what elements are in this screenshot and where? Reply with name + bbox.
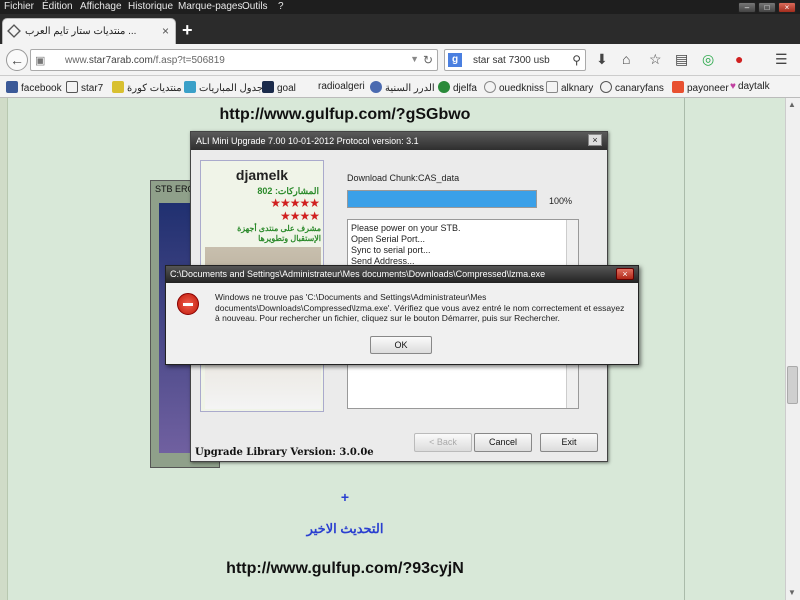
username: djamelk: [235, 167, 289, 183]
canaryfans-icon: [600, 81, 612, 93]
djelfa-icon: [438, 81, 450, 93]
bookmark-djelfa[interactable]: djelfa: [438, 81, 477, 94]
menu-historique[interactable]: Historique: [128, 1, 173, 12]
bookmark-daytalk[interactable]: ♥ daytalk: [730, 81, 770, 92]
bookmark-payoneer[interactable]: payoneer: [672, 81, 729, 94]
gulfup-link-bottom[interactable]: http://www.gulfup.com/?93cyjN: [0, 560, 690, 578]
site-identity-icon: ▣: [35, 55, 46, 67]
bookmark-alknary[interactable]: alknary: [546, 81, 593, 94]
url-bar[interactable]: ▣ www.star7arab.com/f.asp?t=506819 ▼ ↻: [30, 49, 438, 71]
error-message: Windows ne trouve pas 'C:\Documents and …: [215, 292, 625, 323]
bookmark-kooora[interactable]: منتديات كورة: [112, 81, 182, 94]
page-scrollbar[interactable]: [785, 98, 800, 600]
maximize-button[interactable]: □: [758, 2, 776, 13]
dorar-icon: [370, 81, 382, 93]
window-close-button[interactable]: ×: [778, 2, 796, 13]
star7-icon: [66, 81, 78, 93]
tab-current[interactable]: منتديات ستار تايم العرب ... ×: [2, 18, 176, 44]
error-dialog-titlebar[interactable]: C:\Documents and Settings\Administrateur…: [166, 266, 638, 283]
ouedkniss-icon: [484, 81, 496, 93]
scrollbar-thumb[interactable]: [787, 366, 798, 404]
gulfup-link-top[interactable]: http://www.gulfup.com/?gSGbwo: [0, 106, 690, 124]
google-icon[interactable]: g: [448, 53, 462, 67]
log-line: Sync to serial port...: [351, 245, 431, 255]
scroll-up-icon[interactable]: ▲: [788, 100, 796, 109]
download-progress-fill: [348, 191, 536, 207]
page-sidebar: [684, 98, 785, 600]
menu-bar: Fichier Édition Affichage Historique Mar…: [0, 0, 800, 14]
library-version: Upgrade Library Version: 3.0.0e: [195, 447, 374, 458]
reload-icon[interactable]: ↻: [423, 53, 433, 67]
site-favicon-icon: [7, 24, 21, 38]
ok-button[interactable]: OK: [370, 336, 432, 354]
bookmark-star-icon[interactable]: ☆: [649, 51, 662, 68]
progress-percent: 100%: [549, 196, 573, 206]
matches-icon: [184, 81, 196, 93]
bookmark-facebook[interactable]: facebook: [6, 81, 62, 94]
alknary-icon: [546, 81, 558, 93]
adblock-icon[interactable]: ●: [735, 51, 743, 67]
tab-title: منتديات ستار تايم العرب ...: [25, 26, 137, 37]
menu-marque-pages[interactable]: Marque-pages: [178, 1, 242, 12]
url-text: www.star7arab.com/f.asp?t=506819: [65, 55, 225, 66]
ali-dialog-titlebar[interactable]: ALI Mini Upgrade 7.00 10-01-2012 Protoco…: [191, 132, 607, 150]
menu-affichage[interactable]: Affichage: [80, 1, 122, 12]
search-icon[interactable]: ⚲: [572, 53, 581, 67]
menu-hamburger-icon[interactable]: ☰: [775, 51, 788, 68]
bookmark-goal[interactable]: goal: [262, 81, 296, 94]
back-button[interactable]: ←: [6, 49, 28, 71]
download-icon[interactable]: ⬇: [596, 51, 608, 68]
log-line: Open Serial Port...: [351, 234, 426, 244]
menu-edition[interactable]: Édition: [42, 1, 73, 12]
bookmark-dorar[interactable]: الدرر السنية: [370, 81, 435, 94]
latest-update-heading: التحديث الاخير: [306, 521, 384, 536]
bookmark-ouedkniss[interactable]: ouedkniss: [484, 81, 544, 94]
tab-close-icon[interactable]: ×: [162, 24, 169, 38]
error-dialog-close-button[interactable]: ×: [616, 268, 634, 280]
new-tab-button[interactable]: +: [182, 20, 193, 41]
log-line: Please power on your STB.: [351, 223, 461, 233]
bookmark-matches[interactable]: جدول المباريات: [184, 81, 263, 94]
error-icon: [177, 293, 199, 315]
user-role: مشرف على منتدى أجهزة الإستقبال وتطويرها: [237, 224, 321, 243]
back-step-button[interactable]: < Back: [414, 433, 472, 452]
home-icon[interactable]: ⌂: [622, 51, 630, 67]
download-chunk-label: Download Chunk:CAS_data: [347, 173, 460, 183]
bookmark-star7[interactable]: star7: [66, 81, 103, 94]
kooora-icon: [112, 81, 124, 93]
sync-icon[interactable]: ◎: [702, 51, 714, 68]
exit-button[interactable]: Exit: [540, 433, 598, 452]
scroll-down-icon[interactable]: ▼: [788, 588, 796, 597]
menu-fichier[interactable]: Fichier: [4, 1, 34, 12]
payoneer-icon: [672, 81, 684, 93]
goal-icon: [262, 81, 274, 93]
error-dialog-title: C:\Documents and Settings\Administrateur…: [170, 269, 546, 279]
arrow-left-icon: ←: [10, 52, 24, 68]
stb-window-title: STB ERO: [155, 184, 195, 194]
ali-dialog-title: ALI Mini Upgrade 7.00 10-01-2012 Protoco…: [196, 136, 419, 146]
ali-dialog-close-button[interactable]: ×: [588, 134, 602, 146]
cancel-button[interactable]: Cancel: [474, 433, 532, 452]
search-bar[interactable]: g star sat 7300 usb ⚲: [444, 49, 586, 71]
rating-stars-row-2: ★★★★: [279, 209, 320, 223]
clipboard-icon[interactable]: ▤: [675, 51, 688, 68]
minimize-button[interactable]: –: [738, 2, 756, 13]
bookmark-radioalgeri[interactable]: radioalgeri: [318, 81, 365, 92]
facebook-icon: [6, 81, 18, 93]
dropdown-icon[interactable]: ▼: [410, 54, 419, 64]
rating-stars-row-1: ★★★★★: [270, 196, 320, 210]
bookmark-canaryfans[interactable]: canaryfans: [600, 81, 664, 94]
search-input[interactable]: star sat 7300 usb: [473, 55, 550, 66]
menu-outils[interactable]: Outils: [242, 1, 268, 12]
daytalk-icon: ♥: [730, 81, 736, 92]
menu-help[interactable]: ?: [278, 1, 284, 12]
plus-sign: +: [340, 489, 350, 505]
